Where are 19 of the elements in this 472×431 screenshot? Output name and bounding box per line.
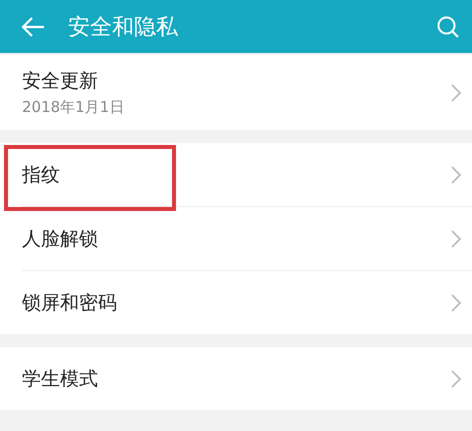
settings-item[interactable]: 人脸解锁 xyxy=(0,207,472,270)
settings-item[interactable]: 安全更新 2018年1月1日 xyxy=(0,55,472,130)
page-title: 安全和隐私 xyxy=(68,14,179,42)
item-subtitle: 2018年1月1日 xyxy=(22,98,126,117)
item-title: 安全更新 xyxy=(22,69,99,94)
chevron-icon xyxy=(450,164,462,184)
chevron-icon xyxy=(450,368,462,388)
chevron-icon xyxy=(450,82,462,102)
settings-item[interactable]: 指纹 xyxy=(0,143,472,206)
item-title: 人脸解锁 xyxy=(22,226,99,252)
item-title: 锁屏和密码 xyxy=(22,290,118,316)
item-title: 指纹 xyxy=(22,162,61,188)
item-title: 学生模式 xyxy=(22,366,99,392)
settings-item[interactable]: 锁屏和密码 xyxy=(0,271,472,334)
chevron-icon xyxy=(450,292,462,312)
chevron-icon xyxy=(450,228,462,248)
settings-item[interactable]: 学生模式 xyxy=(0,347,472,410)
back-icon[interactable] xyxy=(20,16,46,38)
search-icon[interactable] xyxy=(436,14,460,38)
